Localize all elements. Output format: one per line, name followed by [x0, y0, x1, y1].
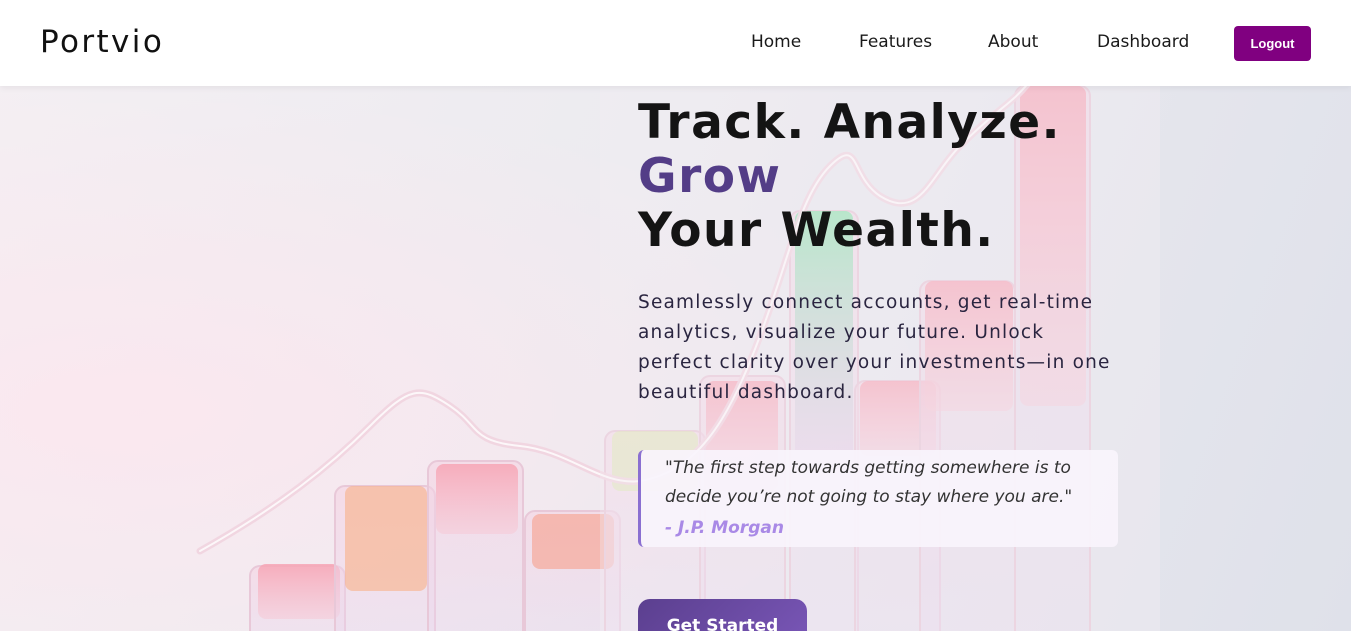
headline-line-1: Track. Analyze.	[638, 95, 1062, 150]
get-started-button[interactable]: Get Started	[638, 599, 807, 631]
nav-dashboard[interactable]: Dashboard	[1097, 32, 1189, 52]
nav-features[interactable]: Features	[859, 32, 932, 52]
quote-text: "The first step towards getting somewher…	[665, 458, 1073, 507]
brand-logo[interactable]: Portvio	[40, 24, 164, 60]
quote-card: "The first step towards getting somewher…	[638, 450, 1118, 547]
logout-button[interactable]: Logout	[1234, 26, 1311, 61]
quote-author: - J.P. Morgan	[665, 518, 784, 538]
nav-about[interactable]: About	[988, 32, 1038, 52]
headline-line-3: Your Wealth.	[638, 203, 995, 258]
headline-accent: Grow	[638, 149, 782, 204]
top-navbar: Portvio Home Features About Dashboard Lo…	[0, 0, 1351, 86]
hero-description: Seamlessly connect accounts, get real-ti…	[638, 292, 1111, 403]
hero-headline: Track. Analyze. Grow Your Wealth.	[638, 96, 1061, 258]
nav-home[interactable]: Home	[751, 32, 801, 52]
